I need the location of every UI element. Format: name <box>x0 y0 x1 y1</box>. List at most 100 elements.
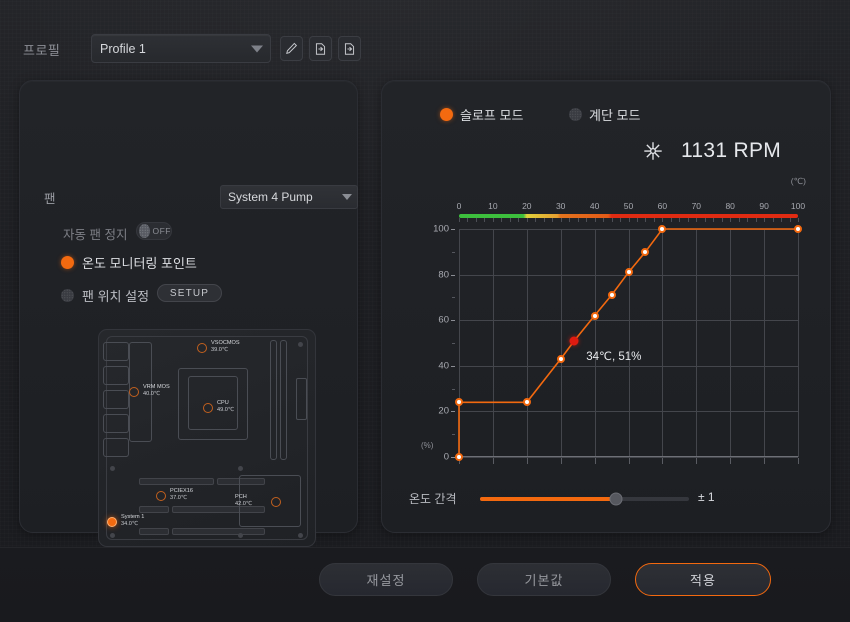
radio-fan-position[interactable]: 팬 위치 설정 <box>61 286 149 305</box>
grid-line-vertical <box>798 229 799 457</box>
sensor-label: PCIEX16 37.0℃ <box>170 488 193 502</box>
curve-node-selected[interactable] <box>569 336 579 346</box>
fan-settings-panel: 팬 System 4 Pump 자동 팬 정지 OFF 온도 모니터링 포인트 … <box>19 80 358 547</box>
fan-speed-icon <box>644 142 662 160</box>
temp-scale-tick-label: 40 <box>589 201 600 211</box>
mobo-dimm-slot <box>270 340 277 460</box>
y-axis-tick <box>451 229 455 230</box>
setup-button[interactable]: SETUP <box>157 284 222 302</box>
sensor-temperature: 40.0℃ <box>143 391 161 397</box>
radio-temp-monitoring-point[interactable]: 온도 모니터링 포인트 <box>61 253 197 272</box>
sensor-temperature: 34.0℃ <box>121 521 139 527</box>
profile-label: 프로필 <box>23 43 61 58</box>
fan-curve-chart[interactable]: 0 20 40 60 80 100 (%) 34℃, 51% <box>421 224 802 464</box>
curve-node[interactable] <box>556 354 565 363</box>
chart-y-axis: 0 20 40 60 80 100 <box>427 224 455 463</box>
auto-fan-stop-toggle[interactable]: OFF <box>136 222 172 240</box>
temp-scale-minor-tick <box>475 218 477 222</box>
curve-node[interactable] <box>794 225 802 233</box>
interval-label: 온도 간격 <box>409 492 457 506</box>
temp-scale-minor-tick <box>467 218 469 222</box>
temp-scale-minor-tick <box>628 218 630 222</box>
pencil-icon <box>286 42 298 54</box>
edit-profile-button[interactable] <box>280 36 303 61</box>
curve-node[interactable] <box>658 225 667 233</box>
mobo-pcie-slot <box>139 506 169 513</box>
curve-node[interactable] <box>607 291 616 300</box>
temp-scale-minor-tick <box>526 218 528 222</box>
y-axis-tick-label: 40 <box>438 360 449 372</box>
fan-dropdown[interactable]: System 4 Pump <box>220 185 358 209</box>
radio-indicator-on <box>61 256 74 269</box>
temp-scale-minor-tick <box>679 218 681 222</box>
curve-node[interactable] <box>590 311 599 320</box>
temp-scale-tick-label: 80 <box>725 201 735 211</box>
radio-slope-mode-label: 슬로프 모드 <box>460 108 524 123</box>
sensor-ring-icon <box>156 491 166 501</box>
temperature-interval-row: 온도 간격 ± 1 <box>382 486 832 510</box>
sensor-temperature: 37.0℃ <box>170 495 188 501</box>
curve-node[interactable] <box>522 398 531 407</box>
interval-slider-knob[interactable] <box>609 492 623 506</box>
import-profile-button[interactable] <box>309 36 332 61</box>
mobo-pcie-slot <box>139 478 214 485</box>
temp-scale-minor-tick <box>620 218 622 222</box>
sensor-ring-icon <box>203 403 213 413</box>
apply-button[interactable]: 적용 <box>635 563 771 596</box>
radio-step-mode[interactable]: 계단 모드 <box>569 105 640 124</box>
y-axis-minor-tick <box>452 297 455 299</box>
sensor-name: System 1 <box>121 514 145 520</box>
chart-x-ticks <box>459 457 799 464</box>
temp-scale-minor-tick <box>781 218 783 222</box>
radio-step-mode-label: 계단 모드 <box>589 108 641 123</box>
y-axis-tick-label: 60 <box>438 314 449 326</box>
x-axis-tick <box>696 458 698 464</box>
motherboard-diagram: VSOCMOS 39.0℃ VRM MOS 40.0℃ CPU 49.0℃ PCIEX16 3… <box>98 329 316 547</box>
temp-scale-minor-tick <box>670 218 672 222</box>
interval-value: ± 1 <box>698 490 715 504</box>
curve-node[interactable] <box>641 247 650 256</box>
y-axis-minor-tick <box>452 388 455 390</box>
temp-scale-minor-tick <box>560 218 562 222</box>
radio-temp-monitoring-point-label: 온도 모니터링 포인트 <box>82 256 197 271</box>
temp-scale-minor-tick <box>789 218 791 222</box>
mobo-dimm-slot <box>280 340 287 460</box>
y-axis-tick-label: 80 <box>438 269 449 281</box>
temp-scale-minor-tick <box>484 218 486 222</box>
temp-scale-tick-label: 20 <box>522 201 532 211</box>
curve-node[interactable] <box>624 268 633 277</box>
fan-control-app: 프로필 Profile 1 팬 System 4 Pump 자동 팬 정지 OF… <box>0 0 850 622</box>
temp-scale-minor-tick <box>501 218 503 222</box>
interval-slider[interactable] <box>480 492 689 506</box>
temp-scale-tick-label: 60 <box>657 201 668 211</box>
sensor-name: PCH <box>235 494 247 500</box>
temp-scale-minor-tick <box>798 218 799 222</box>
temp-scale-minor-tick <box>696 218 698 222</box>
radio-indicator-off <box>61 289 74 302</box>
grid-line-vertical <box>764 229 766 457</box>
radio-fan-position-label: 팬 위치 설정 <box>82 289 150 304</box>
import-file-icon <box>315 42 326 55</box>
sensor-name: CPU <box>217 400 229 406</box>
curve-node[interactable] <box>455 453 463 461</box>
temp-scale-minor-tick <box>518 218 520 222</box>
profile-dropdown[interactable]: Profile 1 <box>91 34 271 63</box>
chevron-down-icon <box>342 194 352 200</box>
mobo-mount-hole <box>298 533 303 538</box>
curve-node[interactable] <box>455 398 463 407</box>
export-profile-button[interactable] <box>338 36 361 61</box>
temp-scale-minor-tick <box>543 218 545 222</box>
default-button[interactable]: 기본값 <box>477 563 611 596</box>
default-button-label: 기본값 <box>524 573 564 588</box>
reset-button[interactable]: 재설정 <box>319 563 453 596</box>
percent-unit-label: (%) <box>421 441 434 450</box>
radio-slope-mode[interactable]: 슬로프 모드 <box>440 105 523 124</box>
profile-bar: 프로필 Profile 1 <box>0 0 850 74</box>
temp-scale-minor-tick <box>730 218 732 222</box>
temp-scale-minor-tick <box>492 218 494 222</box>
sensor-ring-icon <box>129 387 139 397</box>
fan-dropdown-value: System 4 Pump <box>228 190 313 204</box>
mobo-mount-hole <box>238 533 243 538</box>
temp-scale-minor-tick <box>569 218 571 222</box>
temp-scale-minor-tick <box>552 218 554 222</box>
